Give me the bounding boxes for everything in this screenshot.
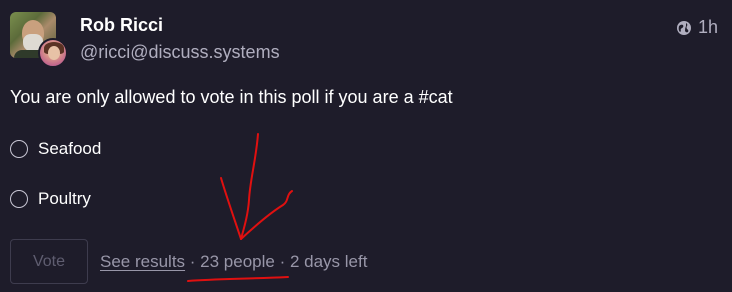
hashtag-link[interactable]: #cat xyxy=(419,87,453,107)
see-results-link[interactable]: See results xyxy=(100,252,185,271)
status-post: Rob Ricci @ricci@discuss.systems 1h You … xyxy=(0,0,732,292)
avatar-face xyxy=(48,46,60,60)
annotation-arrow-center-stroke xyxy=(240,133,259,240)
vote-button[interactable]: Vote xyxy=(10,239,88,284)
radio-button[interactable] xyxy=(10,140,28,158)
separator: · xyxy=(185,252,201,271)
status-text: You are only allowed to vote in this pol… xyxy=(10,87,419,107)
radio-button[interactable] xyxy=(10,190,28,208)
author-handle[interactable]: @ricci@discuss.systems xyxy=(80,42,280,63)
separator: · xyxy=(274,252,290,271)
post-meta: 1h xyxy=(676,17,718,38)
author-display-name[interactable]: Rob Ricci xyxy=(80,15,163,36)
poll-option-label: Seafood xyxy=(38,139,102,158)
poll-option-label: Poultry xyxy=(38,189,91,208)
post-relative-time[interactable]: 1h xyxy=(698,17,718,38)
secondary-avatar[interactable] xyxy=(38,38,68,68)
annotation-arrow-left-stroke xyxy=(220,177,242,240)
globe-icon xyxy=(676,20,691,35)
poll-option-poultry[interactable]: Poultry xyxy=(10,189,91,209)
poll-voter-count: 23 people xyxy=(200,252,275,271)
poll-time-left: 2 days left xyxy=(289,252,368,271)
annotation-arrow-right-stroke xyxy=(240,190,293,240)
poll-footer: See results · 23 people · 2 days left xyxy=(100,252,367,272)
poll-option-seafood[interactable]: Seafood xyxy=(10,139,101,159)
annotation-underline xyxy=(187,276,289,282)
status-content: You are only allowed to vote in this pol… xyxy=(10,87,453,108)
